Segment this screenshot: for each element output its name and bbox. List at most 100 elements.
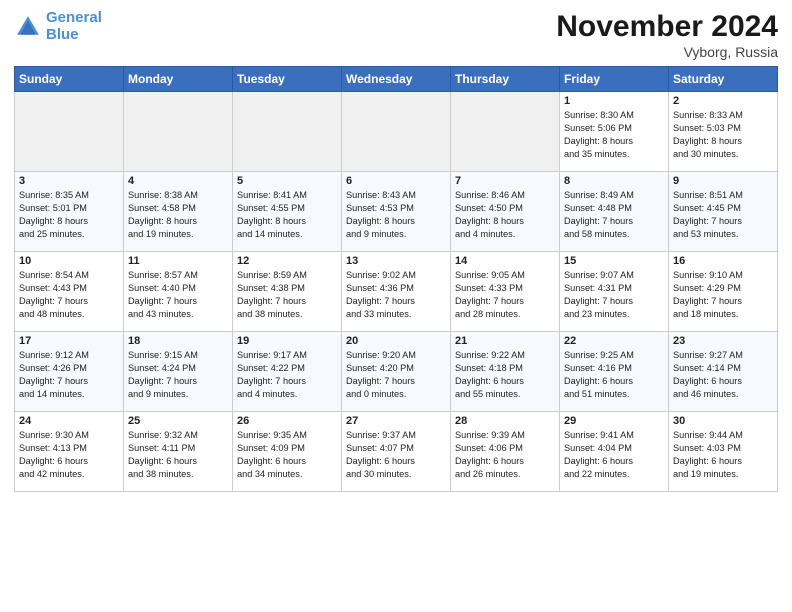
day-info: Sunrise: 9:30 AM Sunset: 4:13 PM Dayligh… bbox=[19, 429, 119, 481]
day-info: Sunrise: 9:07 AM Sunset: 4:31 PM Dayligh… bbox=[564, 269, 664, 321]
day-number: 18 bbox=[128, 335, 228, 347]
day-cell: 17Sunrise: 9:12 AM Sunset: 4:26 PM Dayli… bbox=[15, 332, 124, 412]
day-cell bbox=[233, 92, 342, 172]
day-number: 13 bbox=[346, 255, 446, 267]
day-number: 25 bbox=[128, 415, 228, 427]
day-number: 30 bbox=[673, 415, 773, 427]
week-row-1: 1 Sunrise: 8:30 AM Sunset: 5:06 PM Daylig… bbox=[15, 92, 778, 172]
day-number: 24 bbox=[19, 415, 119, 427]
day-number: 11 bbox=[128, 255, 228, 267]
page: General Blue November 2024 Vyborg, Russi… bbox=[0, 0, 792, 612]
day-cell: 15 Sunrise: 9:07 AM Sunset: 4:31 PM Dayli… bbox=[560, 252, 669, 332]
day-number: 15 bbox=[564, 255, 664, 267]
logo-text: General Blue bbox=[46, 10, 102, 43]
weekday-sunday: Sunday bbox=[15, 67, 124, 92]
day-cell: 16Sunrise: 9:10 AM Sunset: 4:29 PM Dayli… bbox=[669, 252, 778, 332]
day-cell: 4 Sunrise: 8:38 AM Sunset: 4:58 PM Daylig… bbox=[124, 172, 233, 252]
logo-blue: Blue bbox=[46, 26, 79, 43]
day-cell: 14Sunrise: 9:05 AM Sunset: 4:33 PM Dayli… bbox=[451, 252, 560, 332]
weekday-monday: Monday bbox=[124, 67, 233, 92]
day-cell: 1 Sunrise: 8:30 AM Sunset: 5:06 PM Daylig… bbox=[560, 92, 669, 172]
day-cell: 12 Sunrise: 8:59 AM Sunset: 4:38 PM Dayli… bbox=[233, 252, 342, 332]
day-cell bbox=[451, 92, 560, 172]
day-number: 17 bbox=[19, 335, 119, 347]
day-info: Sunrise: 8:41 AM Sunset: 4:55 PM Dayligh… bbox=[237, 189, 337, 241]
logo-icon bbox=[14, 13, 42, 41]
day-cell: 7 Sunrise: 8:46 AM Sunset: 4:50 PM Daylig… bbox=[451, 172, 560, 252]
day-number: 4 bbox=[128, 175, 228, 187]
day-number: 22 bbox=[564, 335, 664, 347]
day-number: 10 bbox=[19, 255, 119, 267]
day-info: Sunrise: 9:37 AM Sunset: 4:07 PM Dayligh… bbox=[346, 429, 446, 481]
day-cell: 28Sunrise: 9:39 AM Sunset: 4:06 PM Dayli… bbox=[451, 412, 560, 492]
day-cell: 20 Sunrise: 9:20 AM Sunset: 4:20 PM Dayli… bbox=[342, 332, 451, 412]
day-number: 12 bbox=[237, 255, 337, 267]
weekday-tuesday: Tuesday bbox=[233, 67, 342, 92]
day-info: Sunrise: 8:33 AM Sunset: 5:03 PM Dayligh… bbox=[673, 109, 773, 161]
day-cell: 9 Sunrise: 8:51 AM Sunset: 4:45 PM Daylig… bbox=[669, 172, 778, 252]
day-cell: 22Sunrise: 9:25 AM Sunset: 4:16 PM Dayli… bbox=[560, 332, 669, 412]
day-number: 3 bbox=[19, 175, 119, 187]
day-cell bbox=[15, 92, 124, 172]
day-number: 26 bbox=[237, 415, 337, 427]
day-cell: 29 Sunrise: 9:41 AM Sunset: 4:04 PM Dayli… bbox=[560, 412, 669, 492]
day-number: 21 bbox=[455, 335, 555, 347]
day-cell: 5Sunrise: 8:41 AM Sunset: 4:55 PM Daylig… bbox=[233, 172, 342, 252]
day-number: 2 bbox=[673, 95, 773, 107]
weekday-wednesday: Wednesday bbox=[342, 67, 451, 92]
day-info: Sunrise: 8:54 AM Sunset: 4:43 PM Dayligh… bbox=[19, 269, 119, 321]
day-info: Sunrise: 9:44 AM Sunset: 4:03 PM Dayligh… bbox=[673, 429, 773, 481]
logo: General Blue bbox=[14, 10, 102, 43]
weekday-thursday: Thursday bbox=[451, 67, 560, 92]
day-cell: 23 Sunrise: 9:27 AM Sunset: 4:14 PM Dayli… bbox=[669, 332, 778, 412]
day-number: 1 bbox=[564, 95, 664, 107]
weekday-header: SundayMondayTuesdayWednesdayThursdayFrid… bbox=[15, 67, 778, 92]
day-info: Sunrise: 8:51 AM Sunset: 4:45 PM Dayligh… bbox=[673, 189, 773, 241]
day-info: Sunrise: 8:30 AM Sunset: 5:06 PM Dayligh… bbox=[564, 109, 664, 161]
week-row-4: 17Sunrise: 9:12 AM Sunset: 4:26 PM Dayli… bbox=[15, 332, 778, 412]
day-info: Sunrise: 9:27 AM Sunset: 4:14 PM Dayligh… bbox=[673, 349, 773, 401]
header: General Blue November 2024 Vyborg, Russi… bbox=[14, 10, 778, 60]
day-cell: 13 Sunrise: 9:02 AM Sunset: 4:36 PM Dayli… bbox=[342, 252, 451, 332]
day-cell: 25Sunrise: 9:32 AM Sunset: 4:11 PM Dayli… bbox=[124, 412, 233, 492]
day-info: Sunrise: 9:20 AM Sunset: 4:20 PM Dayligh… bbox=[346, 349, 446, 401]
day-info: Sunrise: 9:15 AM Sunset: 4:24 PM Dayligh… bbox=[128, 349, 228, 401]
day-number: 28 bbox=[455, 415, 555, 427]
day-cell: 30 Sunrise: 9:44 AM Sunset: 4:03 PM Dayli… bbox=[669, 412, 778, 492]
day-number: 20 bbox=[346, 335, 446, 347]
day-info: Sunrise: 9:10 AM Sunset: 4:29 PM Dayligh… bbox=[673, 269, 773, 321]
title-block: November 2024 Vyborg, Russia bbox=[556, 10, 778, 60]
day-info: Sunrise: 8:38 AM Sunset: 4:58 PM Dayligh… bbox=[128, 189, 228, 241]
day-cell: 8Sunrise: 8:49 AM Sunset: 4:48 PM Daylig… bbox=[560, 172, 669, 252]
day-cell: 10 Sunrise: 8:54 AM Sunset: 4:43 PM Dayli… bbox=[15, 252, 124, 332]
day-cell bbox=[124, 92, 233, 172]
week-row-5: 24 Sunrise: 9:30 AM Sunset: 4:13 PM Dayli… bbox=[15, 412, 778, 492]
day-cell: 19Sunrise: 9:17 AM Sunset: 4:22 PM Dayli… bbox=[233, 332, 342, 412]
day-number: 29 bbox=[564, 415, 664, 427]
day-cell bbox=[342, 92, 451, 172]
day-number: 19 bbox=[237, 335, 337, 347]
day-info: Sunrise: 8:57 AM Sunset: 4:40 PM Dayligh… bbox=[128, 269, 228, 321]
day-info: Sunrise: 8:46 AM Sunset: 4:50 PM Dayligh… bbox=[455, 189, 555, 241]
day-cell: 18 Sunrise: 9:15 AM Sunset: 4:24 PM Dayli… bbox=[124, 332, 233, 412]
day-info: Sunrise: 9:22 AM Sunset: 4:18 PM Dayligh… bbox=[455, 349, 555, 401]
day-cell: 27Sunrise: 9:37 AM Sunset: 4:07 PM Dayli… bbox=[342, 412, 451, 492]
month-title: November 2024 bbox=[556, 10, 778, 44]
day-number: 9 bbox=[673, 175, 773, 187]
calendar: SundayMondayTuesdayWednesdayThursdayFrid… bbox=[14, 66, 778, 492]
day-cell: 11 Sunrise: 8:57 AM Sunset: 4:40 PM Dayli… bbox=[124, 252, 233, 332]
weekday-saturday: Saturday bbox=[669, 67, 778, 92]
day-cell: 26Sunrise: 9:35 AM Sunset: 4:09 PM Dayli… bbox=[233, 412, 342, 492]
day-info: Sunrise: 8:59 AM Sunset: 4:38 PM Dayligh… bbox=[237, 269, 337, 321]
day-number: 7 bbox=[455, 175, 555, 187]
calendar-body: 1 Sunrise: 8:30 AM Sunset: 5:06 PM Daylig… bbox=[15, 92, 778, 492]
day-number: 23 bbox=[673, 335, 773, 347]
day-cell: 2 Sunrise: 8:33 AM Sunset: 5:03 PM Daylig… bbox=[669, 92, 778, 172]
day-number: 6 bbox=[346, 175, 446, 187]
day-info: Sunrise: 9:41 AM Sunset: 4:04 PM Dayligh… bbox=[564, 429, 664, 481]
weekday-friday: Friday bbox=[560, 67, 669, 92]
week-row-3: 10 Sunrise: 8:54 AM Sunset: 4:43 PM Dayli… bbox=[15, 252, 778, 332]
day-info: Sunrise: 9:02 AM Sunset: 4:36 PM Dayligh… bbox=[346, 269, 446, 321]
day-cell: 6Sunrise: 8:43 AM Sunset: 4:53 PM Daylig… bbox=[342, 172, 451, 252]
day-cell: 3Sunrise: 8:35 AM Sunset: 5:01 PM Daylig… bbox=[15, 172, 124, 252]
